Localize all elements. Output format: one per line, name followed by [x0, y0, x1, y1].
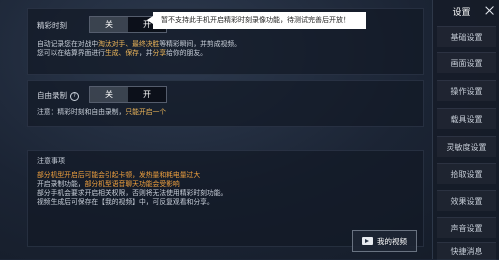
note-highlight: 部分机型语音聊天功能会受影响	[84, 180, 180, 188]
sidebar-item-sensitivity[interactable]: 灵敏度设置	[437, 136, 496, 157]
highlight-moment-desc-line2: 您可以在结算界面进行生成、保存，并分享给你的朋友。	[37, 49, 207, 58]
note-text: 注意：精彩时刻和自由录制，	[37, 108, 126, 116]
sidebar-item-basic[interactable]: 基础设置	[437, 26, 496, 47]
desc-text: 自动记录您在对战中	[37, 40, 99, 48]
notes-title: 注意事项	[37, 157, 65, 165]
notes-line3: 部分手机会要求开启相关权限，否则将无法使用精彩时刻功能。	[37, 189, 228, 197]
free-record-label: 自由录制	[37, 91, 67, 100]
highlight-moment-label: 精彩时刻	[37, 21, 67, 30]
desc-highlight: 分享	[152, 49, 167, 57]
sidebar-item-controls[interactable]: 操作设置	[437, 80, 496, 101]
close-icon[interactable]	[485, 6, 494, 15]
desc-text: 给你的朋友。	[166, 49, 207, 57]
desc-highlight: 生成、保存	[104, 49, 139, 57]
sidebar-title: 设置	[452, 7, 471, 18]
desc-text: 您可以在结算界面进行	[37, 49, 105, 57]
free-record-card: 自由录制? 关 开 注意：精彩时刻和自由录制，只能开启一个	[27, 80, 424, 127]
notes-line4: 视频生成后可保存在【我的视频】中，可反复观看和分享。	[37, 198, 214, 206]
notes-line2: 开启录制功能，部分机型语音聊天功能会受影响	[37, 180, 180, 189]
free-record-off-option[interactable]: 关	[90, 87, 128, 102]
desc-highlight: 淘汰对手、最终决胜	[98, 40, 160, 48]
free-record-note: 注意：精彩时刻和自由录制，只能开启一个	[37, 108, 166, 117]
note-highlight: 只能开启一个	[125, 108, 167, 116]
my-videos-button[interactable]: 我的视频	[352, 230, 417, 252]
main-panel: 精彩时刻 关 开 自动记录您在对战中淘汰对手、最终决胜等精彩瞬间，并剪成视频。 …	[0, 0, 432, 259]
sidebar-item-pickup[interactable]: 拾取设置	[437, 163, 496, 184]
desc-text: ，并	[138, 49, 153, 57]
sidebar-item-vehicle[interactable]: 载具设置	[437, 108, 496, 129]
settings-sidebar: 设置 基础设置 画面设置 操作设置 载具设置 灵敏度设置 拾取设置 效果设置 声…	[432, 0, 499, 260]
sidebar-item-quick-messages[interactable]: 快捷消息	[437, 242, 496, 260]
free-record-label-wrap: 自由录制?	[37, 90, 79, 101]
sidebar-item-sound[interactable]: 声音设置	[437, 217, 496, 238]
help-icon[interactable]: ?	[70, 91, 79, 101]
highlight-moment-desc-line1: 自动记录您在对战中淘汰对手、最终决胜等精彩瞬间，并剪成视频。	[37, 40, 241, 49]
unsupported-tooltip: 暂不支持此手机开启精彩时刻录像功能，待测试完善后开放！	[147, 12, 366, 29]
video-camera-icon	[362, 237, 373, 245]
note-text: 开启录制功能，	[37, 180, 85, 188]
free-record-on-option[interactable]: 开	[128, 87, 166, 102]
free-record-toggle[interactable]: 关 开	[89, 86, 167, 103]
sidebar-item-graphics[interactable]: 画面设置	[437, 52, 496, 73]
desc-text: 等精彩瞬间，并剪成视频。	[159, 40, 241, 48]
notes-line1: 部分机型开启后可能会引起卡顿，发热量和耗电量过大	[37, 171, 201, 179]
my-videos-label: 我的视频	[377, 236, 407, 246]
sidebar-item-effects[interactable]: 效果设置	[437, 190, 496, 211]
sidebar-header: 设置	[433, 0, 499, 22]
highlight-moment-off-option[interactable]: 关	[90, 17, 128, 32]
